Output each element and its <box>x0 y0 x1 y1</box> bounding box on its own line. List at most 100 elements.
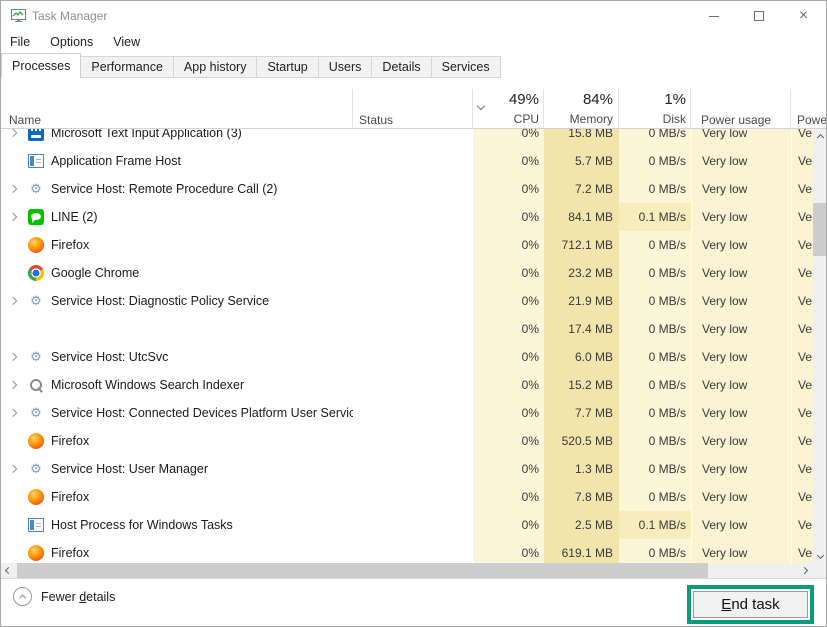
process-name: LINE (2) <box>51 210 98 224</box>
column-header-cpu[interactable]: CPU <box>473 112 539 126</box>
menu-view[interactable]: View <box>103 35 150 49</box>
end-task-button[interactable]: End task <box>693 591 808 618</box>
expander-icon[interactable] <box>9 297 17 305</box>
expander-icon[interactable] <box>9 381 17 389</box>
process-name: Firefox <box>51 434 89 448</box>
cell-status <box>353 343 473 371</box>
line-icon <box>28 209 44 225</box>
cell-status <box>353 287 473 315</box>
cell-power-trend: Ve <box>791 315 813 343</box>
cell-cpu: 0% <box>473 455 544 483</box>
tab-users[interactable]: Users <box>318 56 373 78</box>
table-row[interactable]: 0% 17.4 MB 0 MB/s Very low Ve <box>1 315 813 343</box>
horizontal-scrollbar[interactable] <box>1 563 813 578</box>
table-row[interactable]: Microsoft Windows Search Indexer 0% 15.2… <box>1 371 813 399</box>
process-name: Service Host: Connected Devices Platform… <box>51 406 353 420</box>
cell-status <box>353 259 473 287</box>
cell-disk: 0 MB/s <box>619 427 691 455</box>
table-row[interactable]: ⚙ Service Host: Diagnostic Policy Servic… <box>1 287 813 315</box>
cell-power-trend: Ve <box>791 287 813 315</box>
column-header-name[interactable]: Name <box>9 113 41 127</box>
expander-icon[interactable] <box>9 185 17 193</box>
minimize-button[interactable] <box>691 1 736 31</box>
cell-power-trend: Ve <box>791 483 813 511</box>
task-manager-window: Task Manager × FileOptionsView Processes… <box>0 0 827 627</box>
table-row[interactable]: ⚙ Service Host: User Manager 0% 1.3 MB 0… <box>1 455 813 483</box>
expander-icon[interactable] <box>9 213 17 221</box>
tab-app-history[interactable]: App history <box>173 56 258 78</box>
cell-power: Very low <box>691 427 791 455</box>
table-row[interactable]: Firefox 0% 712.1 MB 0 MB/s Very low Ve <box>1 231 813 259</box>
cell-status <box>353 175 473 203</box>
scroll-down-button[interactable] <box>813 547 827 563</box>
expander-icon[interactable] <box>9 353 17 361</box>
table-row[interactable]: ⚙ Service Host: Remote Procedure Call (2… <box>1 175 813 203</box>
cell-cpu: 0% <box>473 427 544 455</box>
tab-startup[interactable]: Startup <box>256 56 318 78</box>
cell-power-trend: Ve <box>791 231 813 259</box>
fewer-details-toggle[interactable]: Fewer details <box>13 587 115 606</box>
table-row[interactable]: ⚙ Service Host: Connected Devices Platfo… <box>1 399 813 427</box>
firefox-icon <box>28 237 44 253</box>
cell-power: Very low <box>691 343 791 371</box>
horizontal-scrollbar-thumb[interactable] <box>17 563 708 578</box>
table-row[interactable]: Firefox 0% 619.1 MB 0 MB/s Very low Ve <box>1 539 813 563</box>
scroll-up-button[interactable] <box>813 129 827 145</box>
cell-cpu: 0% <box>473 259 544 287</box>
scroll-left-button[interactable] <box>1 563 16 578</box>
table-row[interactable]: Application Frame Host 0% 5.7 MB 0 MB/s … <box>1 147 813 175</box>
menu-options[interactable]: Options <box>40 35 103 49</box>
tab-processes[interactable]: Processes <box>1 53 81 78</box>
column-header-disk[interactable]: Disk <box>619 112 686 126</box>
tab-details[interactable]: Details <box>371 56 431 78</box>
cell-memory: 520.5 MB <box>544 427 619 455</box>
firefox-icon <box>28 545 44 561</box>
chrome-icon <box>28 265 44 281</box>
expander-icon[interactable] <box>9 409 17 417</box>
cell-cpu: 0% <box>473 147 544 175</box>
cell-memory: 7.7 MB <box>544 399 619 427</box>
chevron-left-icon <box>5 567 12 574</box>
table-row[interactable]: Host Process for Windows Tasks 0% 2.5 MB… <box>1 511 813 539</box>
table-row[interactable]: Firefox 0% 520.5 MB 0 MB/s Very low Ve <box>1 427 813 455</box>
tab-performance[interactable]: Performance <box>80 56 174 78</box>
expander-icon[interactable] <box>9 465 17 473</box>
cell-disk: 0 MB/s <box>619 399 691 427</box>
process-name: Service Host: Remote Procedure Call (2) <box>51 182 277 196</box>
tab-services[interactable]: Services <box>431 56 501 78</box>
cell-status <box>353 129 473 147</box>
title-bar: Task Manager × <box>1 1 826 31</box>
cell-power-trend: Ve <box>791 147 813 175</box>
cell-disk: 0 MB/s <box>619 259 691 287</box>
table-row[interactable]: LINE (2) 0% 84.1 MB 0.1 MB/s Very low Ve <box>1 203 813 231</box>
maximize-button[interactable] <box>736 1 781 31</box>
firefox-icon <box>28 433 44 449</box>
cell-memory: 84.1 MB <box>544 203 619 231</box>
cell-power: Very low <box>691 147 791 175</box>
table-row[interactable]: Firefox 0% 7.8 MB 0 MB/s Very low Ve <box>1 483 813 511</box>
close-button[interactable]: × <box>781 1 826 31</box>
column-header-power-usage[interactable]: Power usage <box>701 113 771 127</box>
cell-cpu: 0% <box>473 129 544 147</box>
gear-icon: ⚙ <box>28 405 44 421</box>
cell-memory: 5.7 MB <box>544 147 619 175</box>
expander-icon[interactable] <box>9 129 17 137</box>
chevron-right-icon <box>801 567 808 574</box>
column-header-power-usage-trend[interactable]: Powe <box>797 113 827 127</box>
scroll-right-button[interactable] <box>797 563 812 578</box>
cell-memory: 7.2 MB <box>544 175 619 203</box>
process-name: Firefox <box>51 546 89 560</box>
menu-file[interactable]: File <box>1 35 40 49</box>
cell-power-trend: Ve <box>791 203 813 231</box>
column-divider <box>690 89 691 128</box>
cell-status <box>353 427 473 455</box>
column-header-memory[interactable]: Memory <box>544 112 613 126</box>
task-manager-app-icon <box>11 9 26 27</box>
column-header-status[interactable]: Status <box>359 113 393 127</box>
vertical-scrollbar[interactable] <box>813 129 827 563</box>
table-row[interactable]: Microsoft Text Input Application (3) 0% … <box>1 129 813 147</box>
cell-disk: 0 MB/s <box>619 231 691 259</box>
table-row[interactable]: Google Chrome 0% 23.2 MB 0 MB/s Very low… <box>1 259 813 287</box>
vertical-scrollbar-thumb[interactable] <box>813 203 827 256</box>
table-row[interactable]: ⚙ Service Host: UtcSvc 0% 6.0 MB 0 MB/s … <box>1 343 813 371</box>
